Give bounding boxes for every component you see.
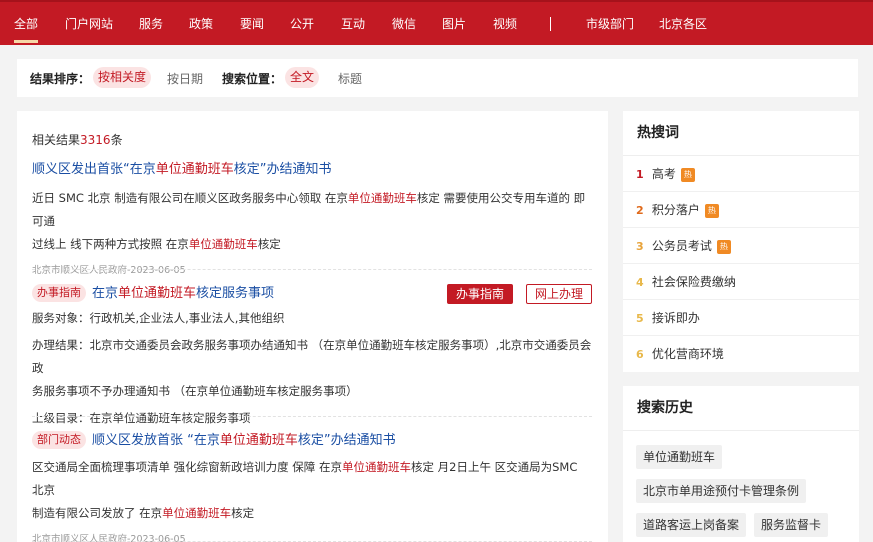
nav-item-images[interactable]: 图片	[442, 16, 466, 32]
service-target: 服务对象：行政机关,企业法人,事业法人,其他组织	[32, 311, 285, 325]
history-chip[interactable]: 道路客运上岗备案	[636, 513, 747, 537]
hot-rank: 5	[636, 312, 644, 325]
hot-search-panel: 热搜词 1 高考热 2 积分落户热 3 公务员考试热 4 社会保险费缴纳 5 接…	[623, 111, 859, 372]
hot-keyword: 高考	[651, 167, 676, 181]
hot-badge-icon: 热	[704, 204, 719, 218]
sort-by-relevance[interactable]: 按相关度	[93, 67, 152, 88]
snippet-highlight: 单位通勤班车	[347, 191, 417, 205]
title-text: 核定”办结通知书	[297, 433, 396, 448]
sort-bar: 结果排序： 按相关度 按日期 搜索位置： 全文 标题	[17, 59, 858, 97]
result-item: 部门动态 顺义区发放首张 “在京单位通勤班车核定”办结通知书 区交通局全面梳理事项…	[32, 431, 592, 542]
service-result-cont: 务服务事项不予办理通知书 （在京单位通勤班车核定服务事项）	[32, 384, 358, 398]
hot-badge-icon: 热	[680, 168, 695, 182]
hot-keyword: 社会保险费缴纳	[651, 275, 736, 289]
snippet-highlight: 单位通勤班车	[162, 506, 232, 520]
history-chip[interactable]: 北京市单用途预付卡管理条例	[636, 479, 807, 503]
title-highlight: 单位通勤班车	[219, 433, 298, 448]
hot-item[interactable]: 5 接诉即办	[623, 300, 859, 336]
title-highlight: 单位通勤班车	[155, 162, 234, 177]
results-panel: 相关结果3316条 顺义区发出首张“在京单位通勤班车核定”办结通知书 近日 SM…	[17, 111, 608, 542]
hot-item[interactable]: 1 高考热	[623, 156, 859, 192]
service-guide-button[interactable]: 办事指南	[447, 284, 513, 304]
result-item: 顺义区发出首张“在京单位通勤班车核定”办结通知书 近日 SMC 北京 制造有限公…	[32, 161, 592, 278]
history-list: 单位通勤班车 北京市单用途预付卡管理条例 道路客运上岗备案 服务监督卡	[623, 431, 859, 542]
search-position-label: 搜索位置：	[222, 72, 283, 86]
nav-item-city-departments[interactable]: 市级部门	[586, 16, 634, 32]
hot-rank: 6	[636, 348, 644, 361]
service-details: 服务对象：行政机关,企业法人,事业法人,其他组织 办理结果：北京市交通委员会政务…	[32, 307, 592, 430]
result-item-service: 办事指南 在京单位通勤班车核定服务事项 服务对象：行政机关,企业法人,事业法人,其…	[32, 284, 592, 430]
result-divider	[32, 416, 592, 417]
hot-item[interactable]: 6 优化营商环境	[623, 336, 859, 372]
result-source: 北京市顺义区人民政府-2023-06-05	[32, 265, 186, 276]
snippet-text: 核定	[231, 506, 255, 520]
nav-item-service[interactable]: 服务	[139, 16, 163, 32]
online-service-button[interactable]: 网上办理	[526, 284, 592, 304]
snippet-highlight: 单位通勤班车	[188, 237, 258, 251]
tag-service-guide: 办事指南	[32, 284, 86, 302]
hot-item[interactable]: 2 积分落户热	[623, 192, 859, 228]
hot-rank: 3	[636, 240, 644, 253]
snippet-text: 区交通局全面梳理事项清单 强化综窗新政培训力度 保障 在京	[32, 460, 342, 474]
result-snippet: 区交通局全面梳理事项清单 强化综窗新政培训力度 保障 在京单位通勤班车核定 月2…	[32, 456, 592, 525]
title-highlight: 单位通勤班车	[118, 286, 197, 301]
top-nav: 全部 门户网站 服务 政策 要闻 公开 互动 微信 图片 视频 市级部门 北京各…	[0, 0, 873, 45]
result-count-number: 3316	[80, 133, 111, 147]
snippet-text: 过线上 线下两种方式按照 在京	[32, 237, 189, 251]
history-chip[interactable]: 服务监督卡	[754, 513, 829, 537]
title-text: 核定”办结通知书	[233, 162, 332, 177]
hot-item[interactable]: 4 社会保险费缴纳	[623, 264, 859, 300]
hot-keyword: 公务员考试	[651, 239, 712, 253]
nav-item-districts[interactable]: 北京各区	[659, 16, 707, 32]
hot-item[interactable]: 3 公务员考试热	[623, 228, 859, 264]
result-divider	[32, 269, 592, 270]
nav-item-public[interactable]: 公开	[290, 16, 314, 32]
search-history-panel: 搜索历史 单位通勤班车 北京市单用途预付卡管理条例 道路客运上岗备案 服务监督卡	[623, 386, 859, 542]
hot-rank: 4	[636, 276, 644, 289]
service-result: 办理结果：北京市交通委员会政务服务事项办结通知书 （在京单位通勤班车核定服务事项…	[32, 338, 592, 375]
service-parent-directory: 上级目录：在京单位通勤班车核定服务事项	[32, 411, 251, 425]
result-count: 相关结果3316条	[32, 131, 123, 148]
nav-item-interaction[interactable]: 互动	[341, 16, 365, 32]
search-history-title: 搜索历史	[623, 386, 859, 431]
snippet-highlight: 单位通勤班车	[341, 460, 411, 474]
hot-rank: 1	[636, 168, 644, 181]
sort-label: 结果排序：	[30, 72, 91, 86]
nav-active-indicator	[14, 40, 38, 43]
hot-rank: 2	[636, 204, 644, 217]
sort-by-date[interactable]: 按日期	[167, 70, 203, 87]
hot-keyword: 积分落户	[651, 203, 700, 217]
snippet-text: 近日 SMC 北京 制造有限公司在顺义区政务服务中心领取 在京	[32, 191, 348, 205]
snippet-text: 制造有限公司发放了 在京	[32, 506, 163, 520]
snippet-text: 核定	[257, 237, 281, 251]
result-title-link[interactable]: 部门动态 顺义区发放首张 “在京单位通勤班车核定”办结通知书	[32, 431, 592, 450]
hot-search-title: 热搜词	[623, 111, 859, 156]
hot-badge-icon: 热	[716, 240, 731, 254]
title-text: 顺义区发出首张“在京	[32, 162, 156, 177]
hot-keyword: 优化营商环境	[651, 347, 724, 361]
hot-keyword: 接诉即办	[651, 311, 700, 325]
nav-item-video[interactable]: 视频	[493, 16, 517, 32]
title-text: 在京	[92, 286, 119, 301]
nav-item-wechat[interactable]: 微信	[392, 16, 416, 32]
nav-item-policy[interactable]: 政策	[189, 16, 213, 32]
history-chip[interactable]: 单位通勤班车	[636, 445, 723, 469]
title-text: 顺义区发放首张 “在京	[92, 433, 220, 448]
nav-separator	[550, 17, 551, 31]
position-title[interactable]: 标题	[338, 70, 362, 87]
result-count-prefix: 相关结果	[32, 133, 81, 147]
nav-item-news[interactable]: 要闻	[240, 16, 264, 32]
result-count-suffix: 条	[110, 133, 123, 147]
title-text: 核定服务事项	[196, 286, 275, 301]
tag-department-news: 部门动态	[32, 431, 86, 449]
result-snippet: 近日 SMC 北京 制造有限公司在顺义区政务服务中心领取 在京单位通勤班车核定 …	[32, 187, 592, 256]
position-fulltext[interactable]: 全文	[285, 67, 320, 88]
nav-item-all[interactable]: 全部	[14, 16, 38, 32]
nav-item-portal[interactable]: 门户网站	[65, 16, 113, 32]
result-title-link[interactable]: 顺义区发出首张“在京单位通勤班车核定”办结通知书	[32, 161, 592, 179]
